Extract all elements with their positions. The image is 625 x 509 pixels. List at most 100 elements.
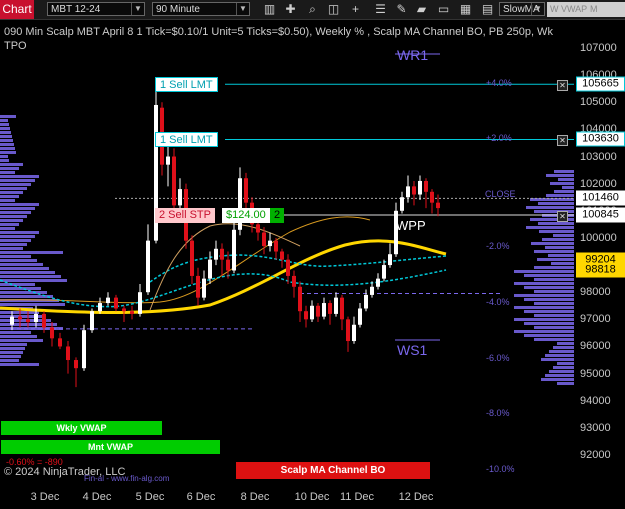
properties-icon[interactable]: ☰ [373, 2, 388, 17]
price-tick-label: 103000 [580, 150, 617, 163]
profile-bar [551, 262, 574, 265]
candle-body [280, 251, 284, 260]
profile-bar [0, 363, 39, 366]
profile-bar [0, 211, 31, 214]
profile-bar [0, 199, 15, 202]
candle-body [58, 338, 62, 347]
profile-bar [534, 326, 574, 329]
price-tick-label: 98000 [580, 286, 611, 299]
profile-bar [0, 203, 39, 206]
candle-body [436, 202, 440, 209]
candle-body [226, 259, 230, 271]
drawing-tools-icon[interactable]: ▰ [414, 2, 429, 17]
price-marker: 100845 [576, 207, 625, 223]
chevron-down-icon[interactable]: ▼ [236, 3, 249, 15]
profile-bar [534, 302, 574, 305]
candle-body [328, 303, 332, 314]
cancel-order-icon[interactable]: ✕ [557, 135, 568, 146]
indicators-icon[interactable]: ▭ [436, 2, 451, 17]
candle-body [316, 305, 320, 317]
indicator-header-tpo: TPO [4, 40, 27, 52]
templates-icon[interactable]: ▤ [480, 2, 495, 17]
candle-body [292, 275, 296, 287]
sell-limit-order-2[interactable]: 1 Sell LMT [155, 132, 218, 147]
profile-bar [534, 250, 574, 253]
profile-bar [541, 358, 574, 361]
candle-body [322, 303, 326, 317]
profile-bar [546, 194, 574, 197]
m-vwap-button[interactable]: M VWAP [587, 2, 625, 29]
sell-stop-order[interactable]: 2 Sell STP [155, 208, 215, 223]
price-axis[interactable]: 1070001060001050001040001030001020001010… [574, 20, 625, 488]
zoom-icon[interactable]: ⌕ [305, 2, 320, 17]
source-label: Fin-al - www.fin-alg.com [84, 474, 170, 483]
cancel-order-icon[interactable]: ✕ [557, 80, 568, 91]
w-vwap-button[interactable]: W VWAP [547, 2, 591, 17]
profile-bar [0, 195, 19, 198]
percent-level-label: -2.0% [486, 241, 510, 252]
add-icon[interactable]: + [348, 2, 363, 17]
strategies-icon[interactable]: ✎ [394, 2, 409, 17]
profile-bar [526, 226, 574, 229]
chevron-down-icon[interactable]: ▼ [131, 3, 144, 15]
bar-type-icon[interactable]: ▥ [262, 2, 277, 17]
profile-bar [0, 303, 65, 306]
instrument-select[interactable]: MBT 12-24 ▼ [47, 2, 145, 16]
price-tick-label: 95000 [580, 367, 611, 380]
percent-level-label: -8.0% [486, 408, 510, 419]
candle-body [18, 316, 22, 320]
time-axis[interactable]: 3 Dec 4 Dec 5 Dec 6 Dec 8 Dec 10 Dec 11 Dec 12 … [0, 488, 574, 509]
candle-body [196, 275, 200, 298]
candle-body [310, 305, 314, 320]
candle-body [244, 178, 248, 203]
profile-bar [0, 147, 15, 150]
position-quantity[interactable]: 2 [270, 208, 285, 223]
percent-level-label: +2.0% [486, 133, 512, 144]
data-box-icon[interactable]: ◫ [326, 2, 341, 17]
crosshair-icon[interactable]: ✚ [283, 2, 298, 17]
indicator-select[interactable]: SlowMA ▼ [499, 2, 545, 16]
candle-body [214, 248, 218, 260]
profile-bar [0, 283, 35, 286]
profile-bar [557, 382, 574, 385]
profile-bar [524, 322, 574, 325]
time-tick-label: 5 Dec [135, 491, 165, 503]
chevron-down-icon[interactable]: ▼ [531, 3, 544, 15]
candle-body [274, 240, 278, 252]
candle-body [208, 259, 212, 279]
price-tick-label: 105000 [580, 96, 617, 109]
profile-bar [534, 278, 574, 281]
candle-body [286, 259, 290, 276]
profile-bar [549, 370, 574, 373]
profile-bar [534, 266, 574, 269]
sell-limit-order-1[interactable]: 1 Sell LMT [155, 77, 218, 92]
candlesticks [10, 88, 440, 388]
chart-panel[interactable]: 090 Min Scalp MBT April 8 1 Tick=$0.10/1… [0, 20, 574, 488]
candle-body [334, 297, 338, 314]
time-tick-label: 11 Dec [339, 491, 375, 503]
chart-title-tab[interactable]: Chart [0, 0, 34, 19]
candle-body [26, 319, 30, 323]
candle-body [166, 156, 170, 165]
profile-bar [553, 346, 574, 349]
profile-bar [0, 275, 61, 278]
candle-body [66, 346, 70, 361]
profile-bar [514, 270, 574, 273]
time-tick-label: 3 Dec [30, 491, 60, 503]
profile-bar [0, 355, 21, 358]
profile-bar [553, 366, 574, 369]
profile-bar [534, 210, 574, 213]
chart-trader-icon[interactable]: ▦ [458, 2, 473, 17]
cancel-order-icon[interactable]: ✕ [557, 211, 568, 222]
candle-body [190, 240, 194, 276]
time-tick-label: 10 Dec [294, 491, 330, 503]
profile-bar [553, 234, 574, 237]
profile-bar [549, 350, 574, 353]
percent-level-label: -10.0% [486, 463, 515, 474]
candle-body [220, 248, 224, 260]
time-tick-label: 12 Dec [398, 491, 434, 503]
profile-bar [0, 267, 49, 270]
price-tick-label: 100000 [580, 231, 617, 244]
profile-bar [0, 191, 23, 194]
interval-select[interactable]: 90 Minute ▼ [152, 2, 250, 16]
